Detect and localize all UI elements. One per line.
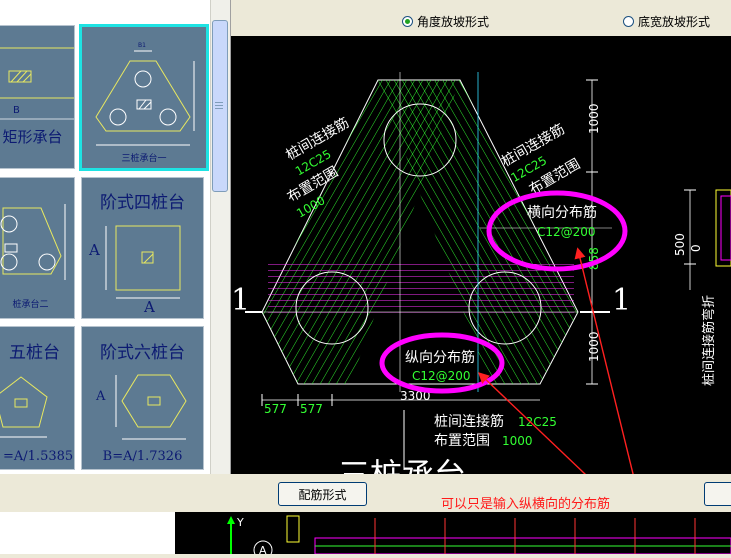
svg-text:B1: B1 <box>138 42 146 49</box>
rect-cap-title: 矩形承台 <box>2 128 63 146</box>
thumb-three-pile[interactable]: B1 三桩承台一 <box>79 24 209 171</box>
thumb-rect-cap[interactable]: B 矩形承台 <box>0 25 75 169</box>
step-four-a-left: A <box>89 241 100 259</box>
y-axis-label: Y <box>236 516 244 529</box>
rebar-form-button[interactable]: 配筋形式 <box>278 482 367 506</box>
step-six-title: 阶式六桩台 <box>100 343 185 363</box>
rect-cap-b-label: B <box>13 105 20 116</box>
step-six-ratio: B=A/1.7326 <box>102 449 183 464</box>
lower-window-blank <box>0 512 175 554</box>
radio-width-slope[interactable]: 底宽放坡形式 <box>623 13 710 30</box>
cad-drawing-view[interactable]: 1 1 1000 858 1000 577 577 3300 桩间连接筋 12C… <box>231 36 731 495</box>
dim-0: 0 <box>689 244 703 252</box>
scroll-grip-line <box>215 105 223 106</box>
radio-dot-selected[interactable] <box>402 16 413 27</box>
three-pile-cap-drawing: 1 1 1000 858 1000 577 577 3300 桩间连接筋 12C… <box>231 72 731 495</box>
tie-value-bottom: 12C25 <box>518 415 557 429</box>
axis-a-label: A <box>259 544 267 554</box>
tie-label-bottom: 桩间连接筋 <box>434 413 504 430</box>
transverse-label: 横向分布筋 <box>527 204 597 221</box>
three-pile-2-caption: 桩承台二 <box>12 300 49 310</box>
bottom-toolbar: 配筋形式 <box>0 474 731 512</box>
radio-angle-label: 角度放坡形式 <box>417 15 490 29</box>
three-pile-diagram: B1 <box>95 42 195 146</box>
longitudinal-label: 纵向分布筋 <box>405 349 475 366</box>
scroll-grip-line <box>215 102 223 103</box>
thumb-three-pile-2[interactable]: 桩承台二 <box>0 177 75 319</box>
lower-cad-drawing: Y A <box>227 515 731 558</box>
dim-577-a: 577 <box>264 402 287 416</box>
scroll-grip-line <box>215 108 223 109</box>
annotation-note: 可以只是输入纵横向的分布筋 <box>441 497 611 512</box>
slope-form-options: 角度放坡形式 底宽放坡形式 <box>231 8 731 34</box>
range-label-bottom: 布置范围 <box>434 432 490 449</box>
step-four-title: 阶式四桩台 <box>100 193 185 213</box>
cropped-button[interactable] <box>704 482 731 506</box>
radio-width-label: 底宽放坡形式 <box>638 15 711 29</box>
step-four-a-bottom: A <box>144 298 155 316</box>
five-pile-title: 五桩台 <box>9 343 60 363</box>
dim-top: 1000 <box>587 103 601 134</box>
longitudinal-value: C12@200 <box>412 369 471 383</box>
side-label: 桩间连接筋弯折 <box>701 295 717 386</box>
transverse-value: C12@200 <box>537 225 596 239</box>
component-list: B 矩形承台 B1 三桩承台一 桩承台二 阶式四桩台 A A 五桩台 =A/1.… <box>0 0 231 474</box>
scrollbar-thumb[interactable] <box>212 20 228 192</box>
radio-angle-slope[interactable]: 角度放坡形式 <box>402 13 489 30</box>
drawing-title: 三桩承台 <box>338 456 466 474</box>
three-pile-caption: 三桩承台一 <box>121 154 167 164</box>
thumb-step-four[interactable]: 阶式四桩台 A A <box>81 177 204 319</box>
section-mark-right: 1 <box>612 283 631 318</box>
five-pile-ratio: =A/1.5385 <box>3 449 74 464</box>
range-value-bottom: 1000 <box>502 434 533 448</box>
dim-577-b: 577 <box>300 402 323 416</box>
thumb-five-pile[interactable]: 五桩台 =A/1.5385 <box>0 326 75 470</box>
lower-cad-strip[interactable]: Y A <box>175 512 731 558</box>
thumb-step-six[interactable]: 阶式六桩台 A B=A/1.7326 <box>81 326 204 470</box>
dim-500: 500 <box>673 233 687 256</box>
radio-dot-unselected[interactable] <box>623 16 634 27</box>
step-six-a-label: A <box>96 389 106 404</box>
